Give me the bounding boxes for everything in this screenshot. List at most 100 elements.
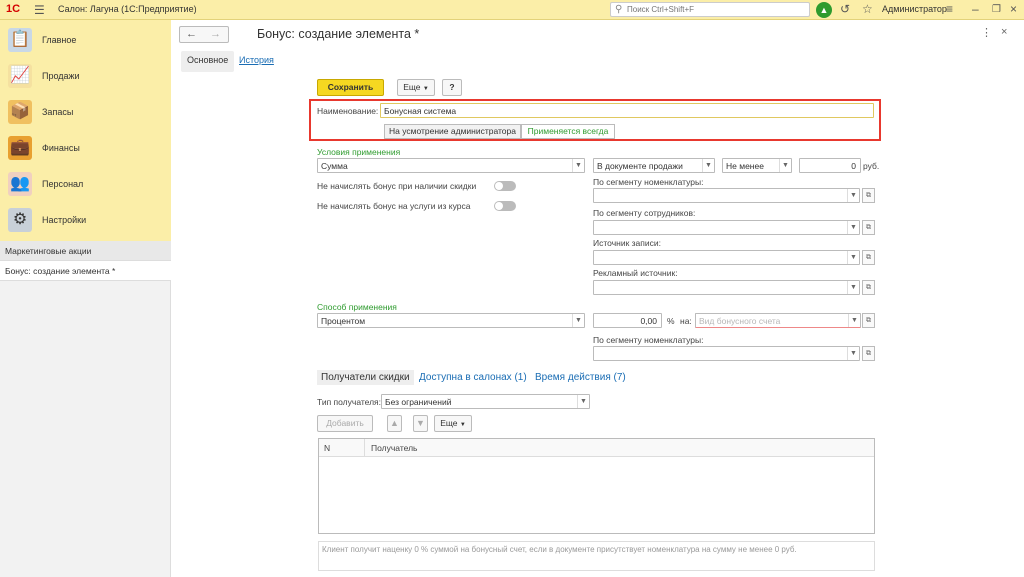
history-item-bonus[interactable]: Бонус: создание элемента * — [0, 261, 171, 281]
no-bonus-discount-toggle[interactable] — [494, 181, 516, 191]
recipients-table[interactable]: N Получатель — [318, 438, 875, 534]
bonus-account-placeholder: Вид бонусного счета — [699, 316, 781, 326]
nomenclature-segment-label: По сегменту номенклатуры: — [593, 177, 704, 187]
method-type-select[interactable]: Процентом ▼ — [317, 313, 585, 328]
history-icon[interactable]: ↺ — [840, 2, 850, 16]
minimize-icon[interactable]: – — [972, 2, 979, 16]
no-bonus-course-toggle[interactable] — [494, 201, 516, 211]
ad-source-label: Рекламный источник: — [593, 268, 678, 278]
seg-always-option[interactable]: Применяется всегда — [521, 124, 615, 139]
doc-scope-select[interactable]: В документе продажи ▼ — [593, 158, 715, 173]
dropdown-arrow-icon: ▼ — [572, 314, 584, 327]
sidebar-item-label: Настройки — [42, 215, 87, 225]
bonus-account-field[interactable]: Вид бонусного счета ▼ — [695, 313, 861, 328]
info-note: Клиент получит наценку 0 % суммой на бон… — [318, 541, 875, 571]
more-button[interactable]: Еще ▼ — [397, 79, 435, 96]
sidebar-item-stock[interactable]: 📦 Запасы — [0, 94, 171, 130]
section-panel: 📋 Главное 📈 Продажи 📦 Запасы 💼 Финансы 👥… — [0, 20, 171, 241]
close-window-icon[interactable]: × — [1010, 2, 1017, 16]
gear-icon: ⚙ — [8, 208, 32, 232]
table-more-label: Еще — [440, 418, 458, 428]
sidebar-item-finance[interactable]: 💼 Финансы — [0, 130, 171, 166]
history-item-label: Бонус: создание элемента * — [5, 266, 116, 276]
app-logo[interactable]: 1С — [6, 3, 20, 15]
recipient-type-select[interactable]: Без ограничений ▼ — [381, 394, 590, 409]
chart-icon: 📈 — [8, 64, 32, 88]
recipient-type-value: Без ограничений — [385, 397, 452, 407]
tab-main[interactable]: Основное — [181, 51, 235, 72]
sidebar-item-staff[interactable]: 👥 Персонал — [0, 166, 171, 202]
seg-admin-option[interactable]: На усмотрение администратора — [384, 124, 521, 139]
sidebar-item-label: Персонал — [42, 179, 84, 189]
dropdown-arrow-icon: ▼ — [847, 347, 859, 360]
people-icon: 👥 — [8, 172, 32, 196]
search-input[interactable] — [625, 4, 805, 15]
favorites-star-icon[interactable]: ☆ — [862, 2, 873, 16]
dropdown-arrow-icon: ▼ — [847, 251, 859, 264]
open-link-icon[interactable]: ⧉ — [862, 220, 875, 235]
settings-menu-icon[interactable]: ≡ — [946, 2, 953, 16]
table-more-button[interactable]: Еще ▼ — [434, 415, 472, 432]
tab-salons[interactable]: Доступна в салонах (1) — [415, 370, 531, 385]
back-arrow-icon[interactable]: ← — [186, 28, 197, 40]
move-down-icon[interactable]: ▼ — [413, 415, 428, 432]
record-source-field[interactable]: ▼ — [593, 250, 860, 265]
notification-bell-icon[interactable]: ▲ — [816, 2, 832, 18]
amount-field[interactable]: 0 — [799, 158, 861, 173]
sidebar-item-sales[interactable]: 📈 Продажи — [0, 58, 171, 94]
comparison-select[interactable]: Не менее ▼ — [722, 158, 792, 173]
nomenclature-segment2-field[interactable]: ▼ — [593, 346, 860, 361]
percent-field[interactable]: 0,00 — [593, 313, 662, 328]
to-label: на: — [680, 316, 692, 326]
history-item-marketing[interactable]: Маркетинговые акции — [0, 241, 171, 261]
search-icon: ⚲ — [615, 4, 623, 15]
menu-icon[interactable]: ☰ — [34, 3, 45, 17]
nomenclature-segment-field[interactable]: ▼ — [593, 188, 860, 203]
condition-type-value: Сумма — [321, 161, 348, 171]
condition-type-select[interactable]: Сумма ▼ — [317, 158, 585, 173]
open-link-icon[interactable]: ⧉ — [862, 250, 875, 265]
sidebar-item-label: Финансы — [42, 143, 80, 153]
help-button[interactable]: ? — [442, 79, 462, 96]
open-link-icon[interactable]: ⧉ — [862, 313, 875, 328]
user-name[interactable]: Администратор — [882, 4, 947, 14]
column-divider — [364, 439, 365, 457]
dropdown-arrow-icon: ▼ — [847, 221, 859, 234]
nav-buttons: ← → — [179, 26, 229, 43]
info-note-text: Клиент получит наценку 0 % суммой на бон… — [322, 545, 797, 554]
sidebar-item-settings[interactable]: ⚙ Настройки — [0, 202, 171, 238]
method-type-value: Процентом — [321, 316, 366, 326]
employees-segment-label: По сегменту сотрудников: — [593, 208, 696, 218]
percent-sign: % — [667, 316, 675, 326]
tab-recipients[interactable]: Получатели скидки — [317, 370, 414, 385]
tab-validity[interactable]: Время действия (7) — [531, 370, 630, 385]
name-field[interactable]: Бонусная система — [380, 103, 874, 118]
sidebar-item-label: Запасы — [42, 107, 74, 117]
save-button[interactable]: Сохранить — [317, 79, 384, 96]
forward-arrow-icon[interactable]: → — [210, 28, 221, 40]
sidebar-item-label: Продажи — [42, 71, 80, 81]
restore-icon[interactable]: ❐ — [992, 4, 1001, 15]
col-recipient-header[interactable]: Получатель — [371, 443, 417, 453]
search-box[interactable]: ⚲ — [610, 2, 810, 17]
conditions-header: Условия применения — [317, 147, 401, 157]
recipient-type-label: Тип получателя: — [317, 397, 382, 407]
ad-source-field[interactable]: ▼ — [593, 280, 860, 295]
more-button-label: Еще — [403, 82, 421, 92]
open-link-icon[interactable]: ⧉ — [862, 280, 875, 295]
wallet-icon: 💼 — [8, 136, 32, 160]
close-form-icon[interactable]: × — [1001, 26, 1007, 38]
sidebar: 📋 Главное 📈 Продажи 📦 Запасы 💼 Финансы 👥… — [0, 20, 171, 577]
table-header: N Получатель — [319, 439, 874, 457]
open-link-icon[interactable]: ⧉ — [862, 346, 875, 361]
record-source-label: Источник записи: — [593, 238, 661, 248]
sidebar-item-main[interactable]: 📋 Главное — [0, 22, 171, 58]
main-area: ← → Бонус: создание элемента * ⋮ × Основ… — [171, 20, 1024, 577]
tab-history[interactable]: История — [233, 51, 280, 72]
employees-segment-field[interactable]: ▼ — [593, 220, 860, 235]
col-n-header[interactable]: N — [324, 443, 330, 453]
more-vertical-icon[interactable]: ⋮ — [981, 26, 992, 39]
move-up-icon[interactable]: ▲ — [387, 415, 402, 432]
add-button[interactable]: Добавить — [317, 415, 373, 432]
open-link-icon[interactable]: ⧉ — [862, 188, 875, 203]
